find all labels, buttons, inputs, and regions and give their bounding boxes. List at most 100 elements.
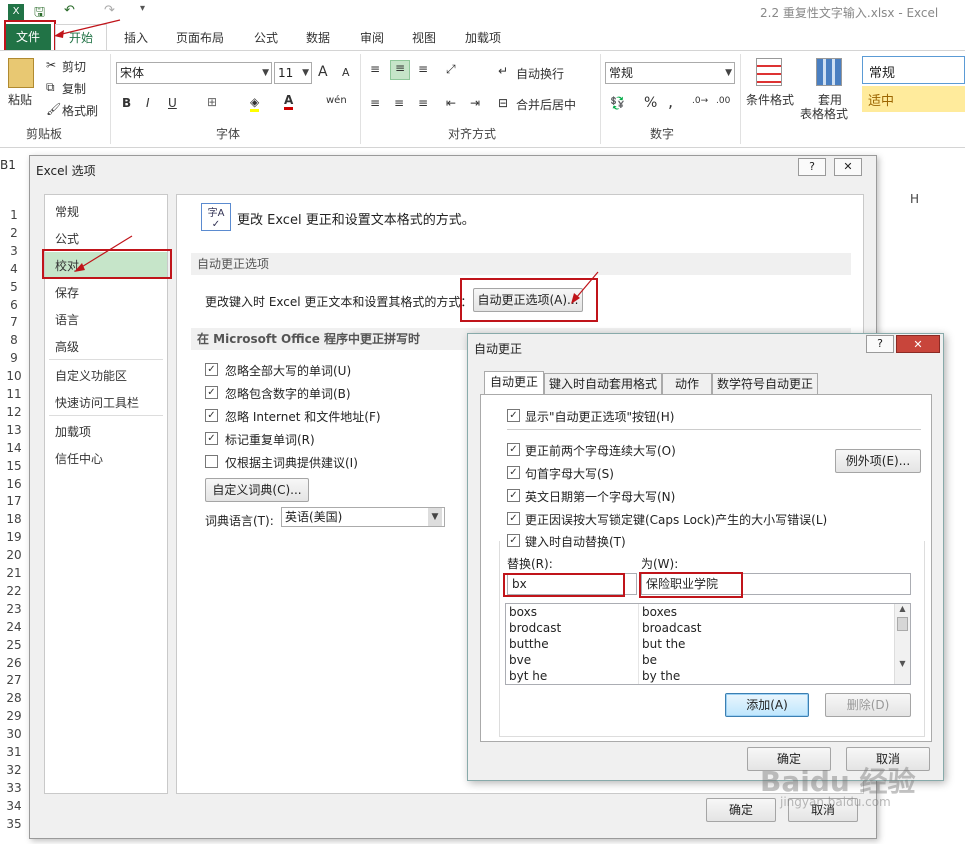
row-header[interactable]: 18 — [0, 510, 28, 528]
list-item[interactable]: butthe but the — [506, 636, 910, 652]
tab-autocorrect[interactable]: 自动更正 — [484, 371, 544, 395]
tab-addins[interactable]: 加载项 — [465, 29, 501, 46]
customize-qat-icon[interactable]: ▾ — [140, 3, 145, 14]
check-show-buttons[interactable]: ✓ — [507, 409, 520, 422]
nav-item-save[interactable]: 保存 — [55, 284, 79, 301]
list-item[interactable]: bve be — [506, 652, 910, 668]
align-top-icon[interactable]: ≡ — [370, 62, 380, 76]
merge-center-button[interactable]: 合并后居中 — [516, 96, 576, 113]
row-header[interactable]: 31 — [0, 743, 28, 761]
check-ignore-numbers[interactable]: ✓ — [205, 386, 218, 399]
tab-math-autocorrect[interactable]: 数学符号自动更正 — [712, 373, 818, 395]
list-item[interactable]: boxs boxes — [506, 604, 910, 620]
nav-item-qat[interactable]: 快速访问工具栏 — [55, 394, 139, 411]
row-header[interactable]: 2 — [0, 224, 28, 242]
merge-icon[interactable]: ⊟ — [498, 96, 508, 110]
format-as-table-icon[interactable] — [816, 58, 842, 86]
format-painter-button[interactable]: 格式刷 — [62, 102, 98, 119]
style-neutral[interactable]: 适中 — [862, 86, 965, 112]
list-item[interactable]: brodcast broadcast — [506, 620, 910, 636]
align-right-icon[interactable]: ≡ — [418, 96, 428, 110]
row-header[interactable]: 32 — [0, 761, 28, 779]
custom-dictionaries-button[interactable]: 自定义词典(C)... — [205, 478, 309, 502]
paste-icon[interactable] — [8, 58, 34, 88]
font-size-combo[interactable]: 11 ▼ — [274, 62, 312, 84]
nav-item-language[interactable]: 语言 — [55, 311, 79, 328]
align-left-icon[interactable]: ≡ — [370, 96, 380, 110]
redo-icon[interactable]: ↷ — [104, 3, 115, 18]
row-header[interactable]: 11 — [0, 385, 28, 403]
tab-data[interactable]: 数据 — [306, 29, 330, 46]
column-header-h[interactable]: H — [910, 192, 919, 206]
phonetic-icon[interactable]: wén — [326, 95, 347, 106]
wrap-text-icon[interactable]: ↵ — [498, 64, 508, 78]
row-header[interactable]: 5 — [0, 278, 28, 296]
cut-button[interactable]: 剪切 — [62, 58, 86, 75]
conditional-format-button[interactable]: 条件格式 — [746, 91, 794, 108]
nav-item-addins[interactable]: 加载项 — [55, 423, 91, 440]
check-flag-repeated[interactable]: ✓ — [205, 432, 218, 445]
row-header[interactable]: 7 — [0, 313, 28, 331]
row-header[interactable]: 35 — [0, 815, 28, 833]
check-capitalize-sentence[interactable]: ✓ — [507, 466, 520, 479]
row-header[interactable]: 1 — [0, 206, 28, 224]
format-painter-icon[interactable]: 🖌 — [46, 102, 61, 116]
row-header[interactable]: 20 — [0, 546, 28, 564]
align-center-icon[interactable]: ≡ — [394, 96, 404, 110]
row-header[interactable]: 8 — [0, 331, 28, 349]
tab-home[interactable]: 开始 — [55, 24, 107, 52]
percent-button[interactable]: % — [644, 95, 657, 111]
orientation-icon[interactable]: ⤢ — [446, 62, 456, 77]
row-header[interactable]: 22 — [0, 582, 28, 600]
check-ignore-uppercase[interactable]: ✓ — [205, 363, 218, 376]
row-header[interactable]: 3 — [0, 242, 28, 260]
list-scrollbar[interactable]: ▲ ▼ — [894, 604, 910, 684]
tab-view[interactable]: 视图 — [412, 29, 436, 46]
row-header[interactable]: 25 — [0, 636, 28, 654]
bold-button[interactable]: B — [122, 96, 131, 110]
row-header[interactable]: 26 — [0, 654, 28, 672]
tab-page-layout[interactable]: 页面布局 — [176, 29, 224, 46]
cut-icon[interactable]: ✂ — [46, 58, 56, 72]
row-header[interactable]: 10 — [0, 367, 28, 385]
number-format-combo[interactable]: 常规 ▼ — [605, 62, 735, 84]
close-button[interactable]: ✕ — [834, 158, 862, 176]
row-header[interactable]: 30 — [0, 725, 28, 743]
nav-item-trust-center[interactable]: 信任中心 — [55, 450, 103, 467]
exceptions-button[interactable]: 例外项(E)... — [835, 449, 921, 473]
comma-button[interactable]: , — [668, 92, 673, 111]
row-header[interactable]: 27 — [0, 671, 28, 689]
row-header[interactable]: 28 — [0, 689, 28, 707]
dictionary-language-select[interactable]: 英语(美国) ▼ — [281, 507, 445, 527]
options-ok-button[interactable]: 确定 — [706, 798, 776, 822]
scroll-up-icon[interactable]: ▲ — [895, 604, 910, 613]
paste-button[interactable]: 粘贴 — [8, 91, 32, 108]
border-icon[interactable]: ⊞ — [207, 95, 217, 109]
row-header[interactable]: 34 — [0, 797, 28, 815]
copy-button[interactable]: 复制 — [62, 80, 86, 97]
close-button[interactable]: ✕ — [896, 335, 940, 353]
decrease-indent-icon[interactable]: ⇤ — [446, 96, 456, 110]
check-two-initial-caps[interactable]: ✓ — [507, 443, 520, 456]
nav-item-customize-ribbon[interactable]: 自定义功能区 — [55, 367, 127, 384]
row-header[interactable]: 12 — [0, 403, 28, 421]
font-color-icon[interactable]: A — [284, 93, 294, 110]
row-header[interactable]: 16 — [0, 475, 28, 493]
help-button[interactable]: ? — [798, 158, 826, 176]
row-header[interactable]: 21 — [0, 564, 28, 582]
currency-icon[interactable]: 💱 — [610, 96, 625, 110]
check-capitalize-days[interactable]: ✓ — [507, 489, 520, 502]
row-header[interactable]: 9 — [0, 349, 28, 367]
undo-icon[interactable]: ↶ — [64, 3, 75, 18]
row-header[interactable]: 23 — [0, 600, 28, 618]
copy-icon[interactable]: ⧉ — [46, 80, 55, 95]
nav-item-formulas[interactable]: 公式 — [55, 230, 79, 247]
tab-formulas[interactable]: 公式 — [254, 29, 278, 46]
row-header[interactable]: 6 — [0, 296, 28, 314]
increase-indent-icon[interactable]: ⇥ — [470, 96, 480, 110]
check-caps-lock[interactable]: ✓ — [507, 512, 520, 525]
grow-font-button[interactable]: A — [318, 64, 328, 80]
row-header[interactable]: 13 — [0, 421, 28, 439]
row-header[interactable]: 24 — [0, 618, 28, 636]
check-main-dictionary[interactable] — [205, 455, 218, 468]
